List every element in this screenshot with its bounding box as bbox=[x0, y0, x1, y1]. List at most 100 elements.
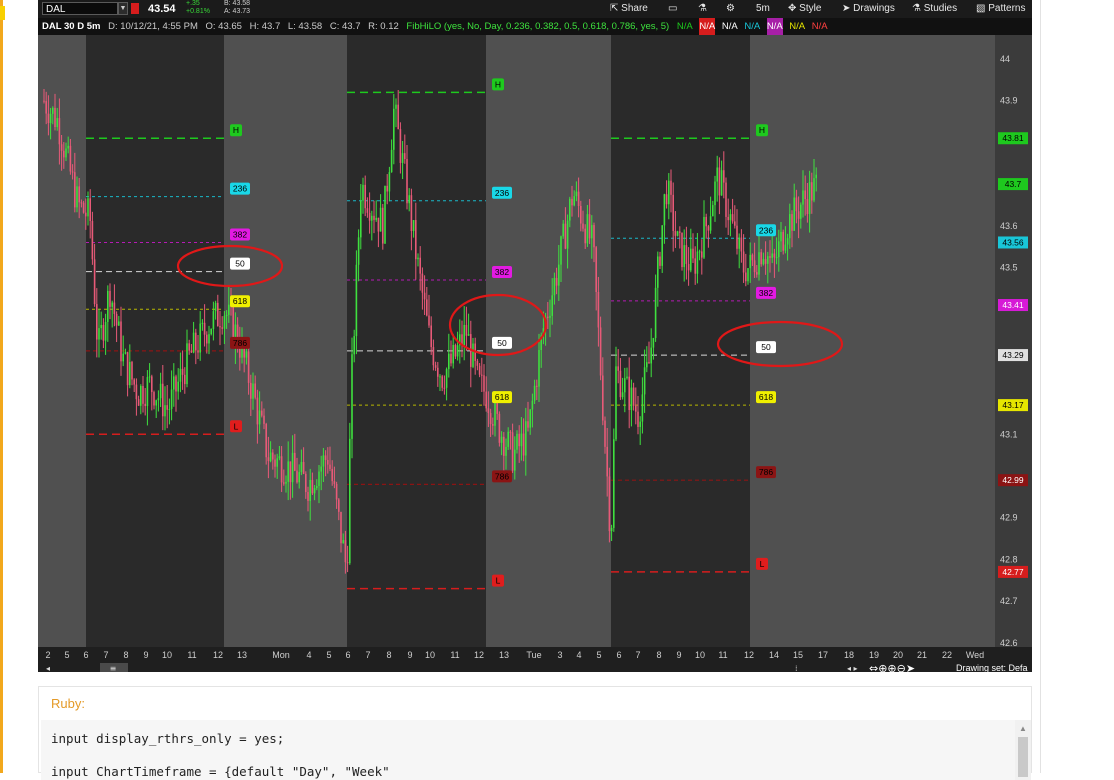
candle-body bbox=[45, 101, 47, 114]
patterns-button[interactable]: ▧ Patterns bbox=[976, 3, 1025, 14]
candle-body bbox=[705, 216, 707, 227]
studies-icon: ⚗ bbox=[912, 3, 921, 14]
style-icon: ✥ bbox=[788, 3, 797, 14]
candle-body bbox=[687, 263, 690, 271]
candle-body bbox=[749, 254, 751, 269]
style-button[interactable]: ✥ Style bbox=[788, 3, 821, 14]
candle-body bbox=[104, 321, 107, 341]
price-badge-label: 43.81 bbox=[1002, 133, 1024, 143]
chevron-down-icon[interactable]: ▼ bbox=[118, 2, 128, 15]
candle-body bbox=[520, 433, 523, 447]
candle-body bbox=[87, 198, 89, 217]
price-chart[interactable]: H23638250618786LH23638250618786LH2363825… bbox=[38, 35, 1032, 672]
candle-body bbox=[712, 205, 714, 217]
net-change-percent: +0.81% bbox=[186, 8, 210, 15]
candle-body bbox=[536, 385, 538, 387]
candle-body bbox=[175, 376, 177, 392]
scroll-right-icon[interactable]: ◂ ▸ bbox=[847, 664, 858, 672]
candle-body bbox=[478, 365, 481, 375]
code-scroll-thumb[interactable] bbox=[1018, 737, 1028, 777]
chart-toolbar: DAL ▼ 43.54 +.35 +0.81% B: 43.58 A: 43.7… bbox=[38, 0, 1032, 18]
candle-body bbox=[472, 343, 474, 367]
candle-body bbox=[267, 457, 270, 462]
candle-body bbox=[582, 223, 584, 229]
session-shade bbox=[347, 35, 486, 647]
price-badge-label: 43.29 bbox=[1002, 350, 1024, 360]
candle-body bbox=[445, 369, 448, 388]
scroll-left-icon[interactable]: ◂ bbox=[46, 664, 50, 672]
candle-body bbox=[291, 452, 294, 483]
candle-body bbox=[626, 376, 628, 379]
candle-body bbox=[650, 347, 652, 364]
candle-body bbox=[179, 368, 182, 382]
time-tick-label: 8 bbox=[123, 650, 128, 660]
candle-body bbox=[533, 385, 536, 401]
fib-label-r786: 786 bbox=[759, 467, 773, 477]
candle-body bbox=[635, 405, 637, 412]
time-tick-label: 4 bbox=[306, 650, 311, 660]
candle-body bbox=[65, 148, 67, 158]
fib-label-r236: 236 bbox=[495, 188, 509, 198]
code-area[interactable]: input display_rthrs_only = yes; input Ch… bbox=[41, 720, 1015, 780]
candle-body bbox=[206, 334, 208, 344]
page-icon[interactable]: ▭ bbox=[668, 3, 677, 14]
time-tick-label: 13 bbox=[237, 650, 247, 660]
flask-icon[interactable]: ⚗ bbox=[698, 3, 707, 14]
candle-body bbox=[406, 159, 408, 204]
time-tick-label: 5 bbox=[64, 650, 69, 660]
zoom-controls-icon[interactable]: ⇔⊕⊕⊖➤ bbox=[869, 662, 915, 672]
candle-body bbox=[659, 256, 661, 266]
candle-body bbox=[320, 466, 322, 472]
studies-button[interactable]: ⚗ Studies bbox=[912, 3, 957, 14]
drawings-button[interactable]: ➤ Drawings bbox=[842, 3, 895, 14]
candle-body bbox=[487, 408, 490, 414]
price-tick-label: 43.5 bbox=[1000, 263, 1018, 273]
candle-body bbox=[395, 104, 397, 109]
candle-body bbox=[322, 455, 325, 467]
candle-body bbox=[298, 472, 300, 483]
patterns-icon: ▧ bbox=[976, 3, 986, 14]
timeframe-button[interactable]: 5m bbox=[756, 3, 770, 14]
candle-body bbox=[401, 153, 404, 163]
gear-icon[interactable]: ⚙ bbox=[726, 3, 735, 14]
time-tick-label: Wed bbox=[966, 650, 984, 660]
share-button[interactable]: ⇱ Share bbox=[610, 3, 648, 14]
net-change-value: +.35 bbox=[186, 0, 200, 7]
candle-body bbox=[56, 118, 58, 128]
alert-flag-icon[interactable] bbox=[131, 3, 139, 14]
time-tick-label: 7 bbox=[365, 650, 370, 660]
fib-label-high: H bbox=[233, 125, 239, 135]
candle-body bbox=[802, 190, 804, 205]
candle-body bbox=[808, 182, 811, 215]
status-na: N/A bbox=[789, 21, 806, 32]
candle-body bbox=[441, 376, 443, 388]
candle-body bbox=[795, 197, 798, 212]
time-tick-label: 12 bbox=[213, 650, 223, 660]
fib-label-r50: 50 bbox=[235, 259, 245, 269]
candle-body bbox=[351, 354, 353, 439]
time-tick-label: Mon bbox=[272, 650, 290, 660]
scroll-center-icon[interactable]: ⁞ bbox=[795, 664, 798, 672]
candle-body bbox=[54, 107, 56, 128]
candle-body bbox=[580, 205, 582, 224]
candle-body bbox=[316, 486, 318, 489]
candle-body bbox=[113, 302, 116, 314]
candle-body bbox=[522, 433, 525, 456]
code-block: Ruby: input display_rthrs_only = yes; in… bbox=[38, 686, 1032, 780]
candle-body bbox=[408, 195, 410, 204]
candle-body bbox=[188, 343, 190, 351]
candle-body bbox=[335, 483, 338, 500]
drawing-set-label: Drawing set: Defa bbox=[956, 663, 1028, 672]
candle-body bbox=[217, 302, 219, 327]
bid-ask: B: 43.58 A: 43.73 bbox=[224, 0, 250, 16]
candle-body bbox=[630, 387, 633, 411]
symbol-input[interactable]: DAL bbox=[42, 2, 118, 15]
candle-body bbox=[632, 387, 635, 406]
time-tick-label: 11 bbox=[450, 650, 459, 660]
fib-label-r618: 618 bbox=[759, 392, 773, 402]
candle-body bbox=[199, 323, 201, 353]
scroll-up-icon[interactable]: ▲ bbox=[1019, 724, 1027, 733]
candle-body bbox=[698, 251, 701, 253]
candle-body bbox=[346, 562, 349, 564]
candle-body bbox=[481, 374, 483, 376]
